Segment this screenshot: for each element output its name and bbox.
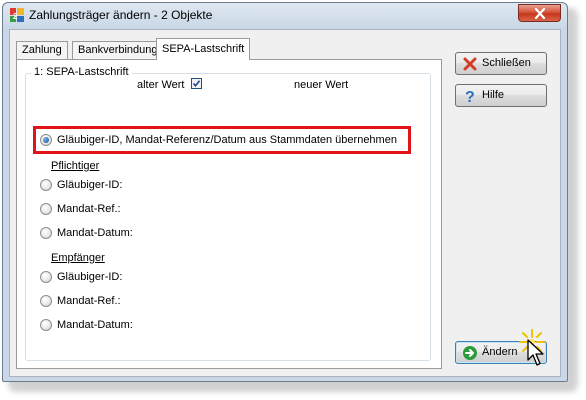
green-arrow-icon xyxy=(462,345,478,361)
sepa-groupbox xyxy=(25,73,431,361)
dialog-window: 2 Zahlungsträger ändern - 2 Objekte Zahl… xyxy=(2,2,568,382)
question-mark-icon: ? xyxy=(462,88,478,106)
dialog-client-area: Zahlung Bankverbindung SEPA-Lastschrift … xyxy=(9,29,561,377)
section-empfaenger: Empfänger xyxy=(51,252,105,264)
radio-label: Mandat-Datum: xyxy=(57,319,133,331)
radio-button[interactable] xyxy=(40,319,52,331)
window-close-button[interactable] xyxy=(518,4,561,22)
radio-label: Gläubiger-ID: xyxy=(57,271,123,283)
app-icon: 2 xyxy=(9,7,25,23)
svg-text:2: 2 xyxy=(13,12,18,21)
radio-label: Mandat-Ref.: xyxy=(57,295,121,307)
radio-button[interactable] xyxy=(40,179,52,191)
radio-button[interactable] xyxy=(40,203,52,215)
svg-text:?: ? xyxy=(465,89,475,104)
radio-button[interactable] xyxy=(40,271,52,283)
close-button[interactable]: Schließen xyxy=(455,52,547,75)
red-highlight-box xyxy=(33,126,411,154)
tab-bankverbindung[interactable]: Bankverbindung xyxy=(72,41,164,59)
new-value-label: neuer Wert xyxy=(294,79,349,91)
sepa-tab-panel: 1: SEPA-Lastschrift alter Wert neuer Wer… xyxy=(16,59,442,369)
help-button-label: Hilfe xyxy=(482,89,505,101)
old-value-label: alter Wert xyxy=(137,79,185,91)
title-bar[interactable]: 2 Zahlungsträger ändern - 2 Objekte xyxy=(3,3,567,27)
radio-label: Mandat-Ref.: xyxy=(57,203,121,215)
apply-button-label: Ändern xyxy=(482,346,518,358)
radio-button[interactable] xyxy=(40,295,52,307)
radio-label: Mandat-Datum: xyxy=(57,227,133,239)
tab-zahlung[interactable]: Zahlung xyxy=(16,41,68,59)
help-button[interactable]: ? Hilfe xyxy=(455,84,547,107)
close-button-label: Schließen xyxy=(482,57,531,69)
mouse-cursor-icon xyxy=(527,339,544,366)
tab-sepa-lastschrift[interactable]: SEPA-Lastschrift xyxy=(156,38,251,60)
radio-button[interactable] xyxy=(40,227,52,239)
radio-label: Gläubiger-ID: xyxy=(57,179,123,191)
groupbox-title: 1: SEPA-Lastschrift xyxy=(31,66,132,78)
section-pflichtiger: Pflichtiger xyxy=(51,160,100,172)
close-x-icon xyxy=(534,8,546,19)
window-title: Zahlungsträger ändern - 2 Objekte xyxy=(29,8,213,22)
old-value-checkbox[interactable] xyxy=(191,78,202,89)
close-x-icon xyxy=(462,56,478,72)
checkmark-icon xyxy=(192,80,201,88)
